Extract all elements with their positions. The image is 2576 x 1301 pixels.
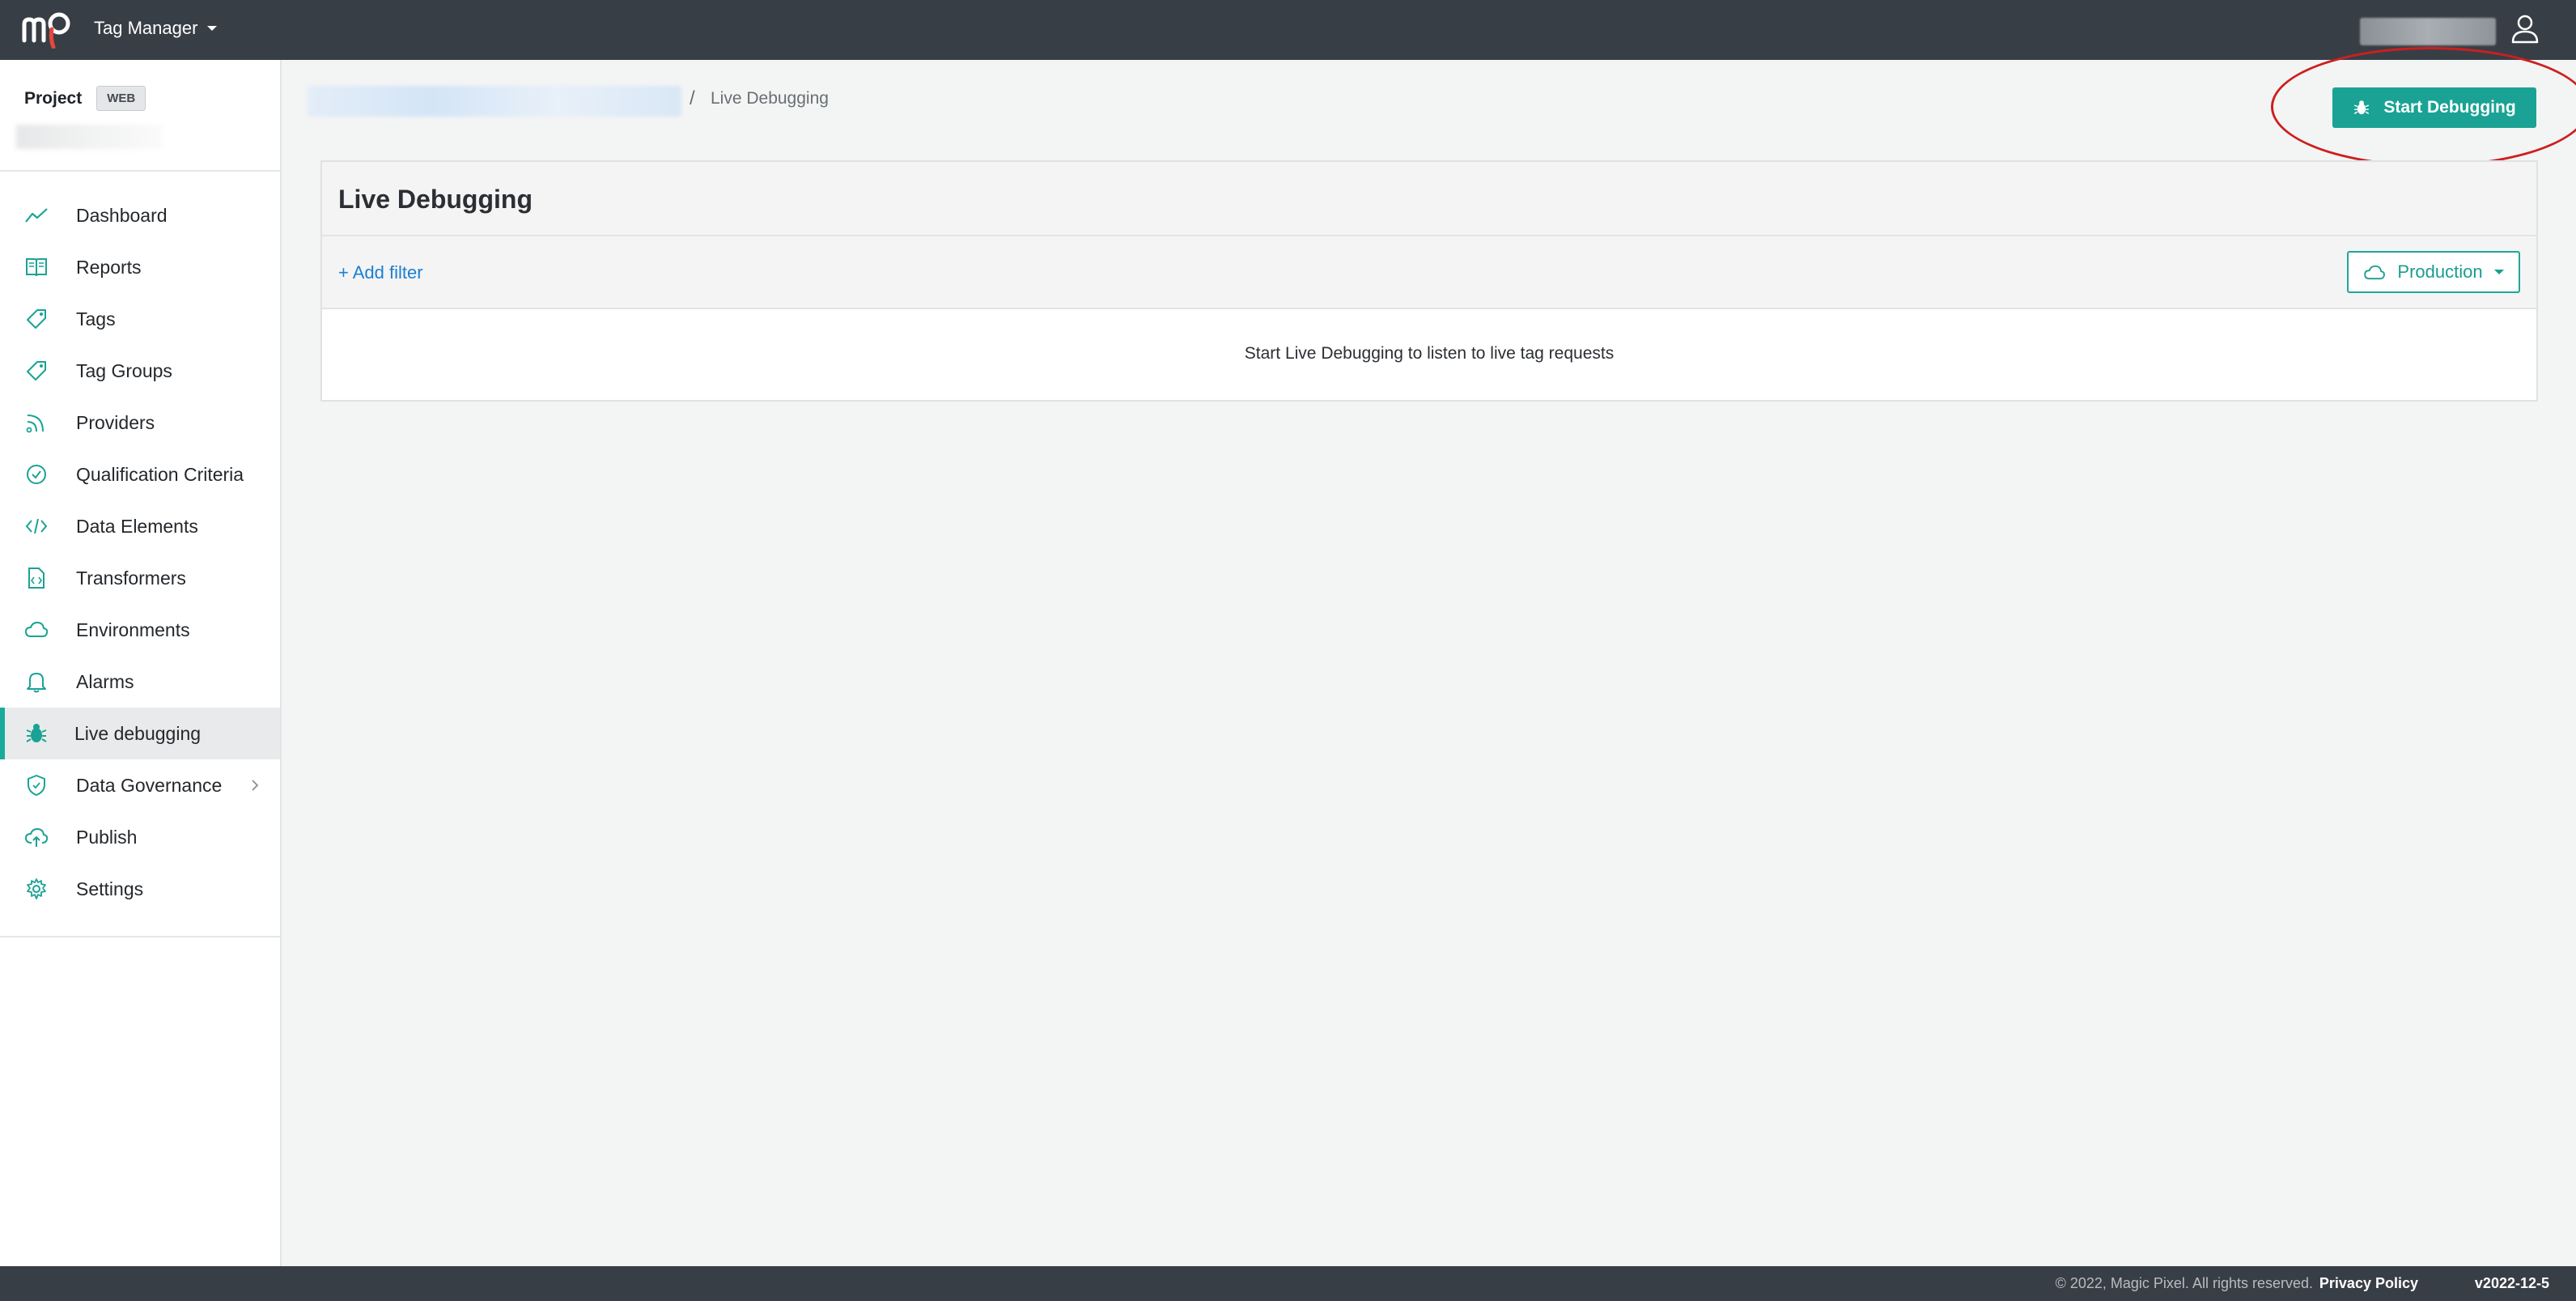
add-filter-link[interactable]: + Add filter	[338, 262, 423, 283]
project-header: Project WEB	[24, 86, 146, 111]
sidebar-item-data-governance[interactable]: Data Governance	[0, 759, 280, 811]
panel-header: Live Debugging	[322, 162, 2536, 236]
sidebar-nav: Dashboard Reports Tags Tag Groups Provid…	[0, 189, 280, 915]
sidebar-divider	[0, 170, 280, 172]
sidebar-item-label: Tag Groups	[76, 359, 172, 381]
gear-icon	[27, 878, 46, 899]
sidebar-item-settings[interactable]: Settings	[0, 863, 280, 915]
sidebar-item-label: Tags	[76, 308, 116, 330]
project-label: Project	[24, 88, 83, 108]
tag-icon	[27, 361, 46, 381]
sidebar-item-tag-groups[interactable]: Tag Groups	[0, 345, 280, 397]
sidebar-item-environments[interactable]: Environments	[0, 604, 280, 656]
cloud-icon	[24, 621, 49, 637]
sidebar-item-data-elements[interactable]: Data Elements	[0, 500, 280, 552]
sidebar-item-label: Reports	[76, 256, 142, 278]
environment-label: Production	[2397, 261, 2483, 282]
sidebar-item-label: Dashboard	[76, 204, 168, 226]
chevron-right-icon	[252, 780, 259, 791]
breadcrumb-current: Live Debugging	[711, 89, 829, 108]
app-name: Tag Manager	[94, 18, 198, 38]
magic-pixel-logo[interactable]	[21, 11, 74, 49]
sidebar-item-label: Settings	[76, 878, 144, 899]
rss-icon	[26, 415, 44, 433]
privacy-policy-link[interactable]: Privacy Policy	[2319, 1275, 2418, 1292]
sidebar-item-label: Data Governance	[76, 774, 223, 796]
bug-icon	[26, 724, 47, 742]
user-icon[interactable]	[2510, 13, 2540, 44]
user-name-redacted	[2360, 18, 2496, 45]
sidebar-item-dashboard[interactable]: Dashboard	[0, 189, 280, 241]
sidebar-item-providers[interactable]: Providers	[0, 397, 280, 449]
sidebar-item-label: Data Elements	[76, 515, 198, 537]
sidebar-item-label: Qualification Criteria	[76, 463, 244, 485]
sidebar-item-label: Providers	[76, 411, 155, 433]
live-debugging-panel: Live Debugging + Add filter Production S…	[320, 160, 2538, 402]
tag-icon	[27, 309, 46, 329]
project-type-badge: WEB	[96, 86, 146, 111]
sidebar-item-label: Publish	[76, 826, 138, 848]
sidebar-item-label: Environments	[76, 619, 190, 640]
code-icon	[25, 518, 48, 534]
book-icon	[26, 258, 47, 277]
breadcrumb-separator: /	[690, 87, 695, 109]
empty-state: Start Live Debugging to listen to live t…	[322, 309, 2536, 398]
file-code-icon	[28, 568, 45, 589]
copyright-text: © 2022, Magic Pixel. All rights reserved…	[2055, 1275, 2313, 1291]
bell-icon	[27, 673, 46, 693]
filter-bar: + Add filter Production	[322, 236, 2536, 309]
project-name-redacted[interactable]	[16, 125, 162, 149]
panel-title: Live Debugging	[338, 185, 533, 214]
empty-state-message: Start Live Debugging to listen to live t…	[1244, 344, 1615, 363]
sidebar-item-tags[interactable]: Tags	[0, 293, 280, 345]
sidebar-item-qualification-criteria[interactable]: Qualification Criteria	[0, 449, 280, 500]
sidebar-item-transformers[interactable]: Transformers	[0, 552, 280, 604]
sidebar-item-reports[interactable]: Reports	[0, 241, 280, 293]
sidebar-item-label: Live debugging	[74, 722, 202, 744]
sidebar-divider	[0, 936, 280, 937]
sidebar-item-live-debugging[interactable]: Live debugging	[0, 708, 280, 759]
breadcrumb-redacted[interactable]	[308, 86, 681, 117]
caret-down-icon	[2493, 270, 2504, 274]
cloud-icon	[2364, 265, 2386, 280]
cloud-upload-icon	[24, 827, 49, 847]
caret-down-icon	[207, 26, 218, 31]
sidebar-item-label: Transformers	[76, 567, 186, 589]
app-switcher[interactable]: Tag Manager	[94, 18, 218, 39]
chart-line-icon	[25, 208, 48, 223]
top-bar: Tag Manager	[0, 0, 2576, 60]
sidebar-item-alarms[interactable]: Alarms	[0, 656, 280, 708]
environment-dropdown[interactable]: Production	[2347, 251, 2520, 293]
sidebar-item-publish[interactable]: Publish	[0, 811, 280, 863]
annotation-circle	[2271, 47, 2576, 167]
sidebar-item-label: Alarms	[76, 670, 134, 692]
footer: © 2022, Magic Pixel. All rights reserved…	[0, 1266, 2576, 1301]
version-text: v2022-12-5	[2474, 1275, 2549, 1291]
shield-icon	[28, 775, 45, 796]
sidebar: Project WEB Dashboard Reports Tags Tag G…	[0, 60, 282, 1266]
check-circle-icon	[27, 465, 46, 484]
